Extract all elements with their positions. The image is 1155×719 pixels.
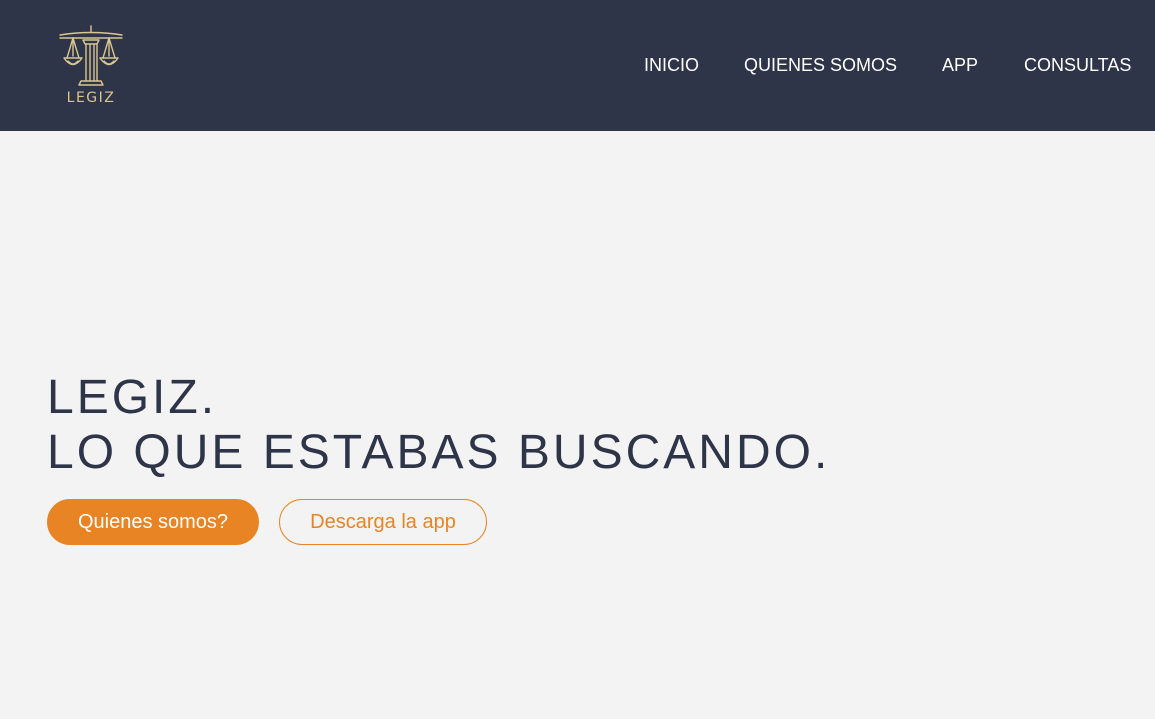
hero-title-line2: LO QUE ESTABAS BUSCANDO. (47, 426, 831, 479)
main-nav: INICIO QUIENES SOMOS APP CONSULTAS (0, 53, 1155, 77)
quienes-somos-button[interactable]: Quienes somos? (47, 499, 259, 545)
download-app-button[interactable]: Descarga la app (279, 499, 487, 545)
logo-text: LEGIZ (66, 90, 116, 106)
nav-item-app[interactable]: APP (942, 53, 978, 77)
hero-title: LEGIZ. LO QUE ESTABAS BUSCANDO. (47, 370, 830, 480)
nav-item-consultas[interactable]: CONSULTAS (1024, 53, 1131, 77)
nav-item-inicio[interactable]: INICIO (644, 53, 699, 77)
nav-item-quienes-somos[interactable]: QUIENES SOMOS (744, 53, 897, 77)
hero-title-line1: LEGIZ. (47, 371, 218, 424)
site-header: LEGIZ INICIO QUIENES SOMOS APP CONSULTAS (0, 0, 1155, 131)
